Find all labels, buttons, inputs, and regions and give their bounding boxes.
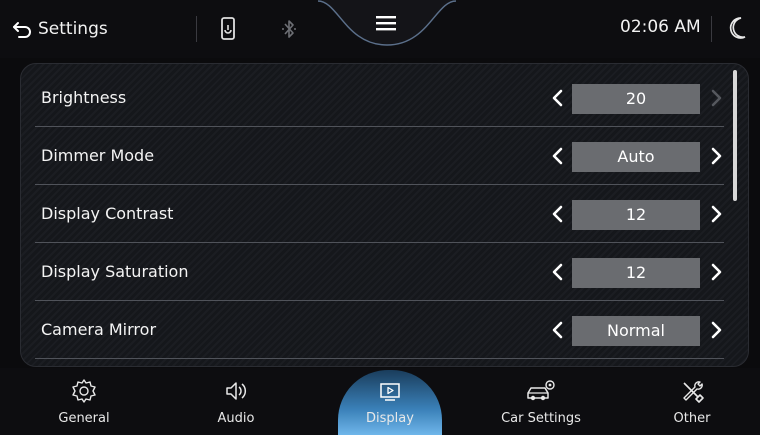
chevron-left-icon[interactable] [546,197,570,231]
menu-icon[interactable] [375,14,397,32]
back-icon [13,22,31,38]
divider [196,16,197,42]
setting-value[interactable]: 12 [572,258,700,288]
clock: 02:06 AM [620,17,701,37]
tab-label: Other [673,411,711,426]
setting-value[interactable]: Auto [572,142,700,172]
tab-label: Car Settings [501,411,581,426]
setting-label: Dimmer Mode [41,146,155,165]
tab-other[interactable]: Other [632,368,752,435]
setting-label: Display Contrast [41,204,174,223]
tab-general[interactable]: General [24,368,144,435]
moon-icon[interactable] [727,15,747,41]
setting-value[interactable]: 20 [572,84,700,114]
phone-connection-icon [221,17,235,40]
row-divider [35,358,724,359]
settings-panel: Brightness 20 Dimmer Mode Auto Display C… [20,63,749,367]
top-bar: Settings 02:06 AM [0,0,760,58]
car-gear-icon [527,380,555,401]
setting-value[interactable]: Normal [572,316,700,346]
setting-row-display-saturation: Display Saturation 12 [21,243,748,301]
speaker-icon [226,382,247,400]
tab-car-settings[interactable]: Car Settings [481,368,601,435]
tools-icon [683,381,704,403]
setting-value[interactable]: 12 [572,200,700,230]
page-title: Settings [38,19,108,39]
gear-icon [72,379,96,403]
chevron-left-icon[interactable] [546,81,570,115]
setting-label: Display Saturation [41,262,189,281]
tab-display[interactable]: Display [330,368,450,435]
chevron-left-icon[interactable] [546,313,570,347]
bottom-nav: General Audio Display Car Settings Other [0,368,760,435]
tab-audio[interactable]: Audio [176,368,296,435]
chevron-right-icon[interactable] [704,197,728,231]
setting-row-dimmer-mode: Dimmer Mode Auto [21,127,748,185]
divider [711,16,712,42]
setting-label: Brightness [41,88,127,107]
tab-label: General [58,411,110,426]
chevron-right-icon[interactable] [704,139,728,173]
setting-row-camera-mirror: Camera Mirror Normal [21,301,748,359]
setting-label: Camera Mirror [41,320,157,339]
chevron-left-icon[interactable] [546,139,570,173]
chevron-right-icon[interactable] [704,255,728,289]
chevron-right-icon[interactable] [704,313,728,347]
setting-row-display-contrast: Display Contrast 12 [21,185,748,243]
tab-label: Display [366,411,414,426]
scrollbar[interactable] [733,70,737,201]
display-icon [380,383,400,401]
back-button[interactable]: Settings [12,14,108,44]
bluetooth-icon [282,20,296,38]
setting-row-brightness: Brightness 20 [21,69,748,127]
chevron-right-icon[interactable] [704,81,728,115]
tab-label: Audio [217,411,255,426]
chevron-left-icon[interactable] [546,255,570,289]
